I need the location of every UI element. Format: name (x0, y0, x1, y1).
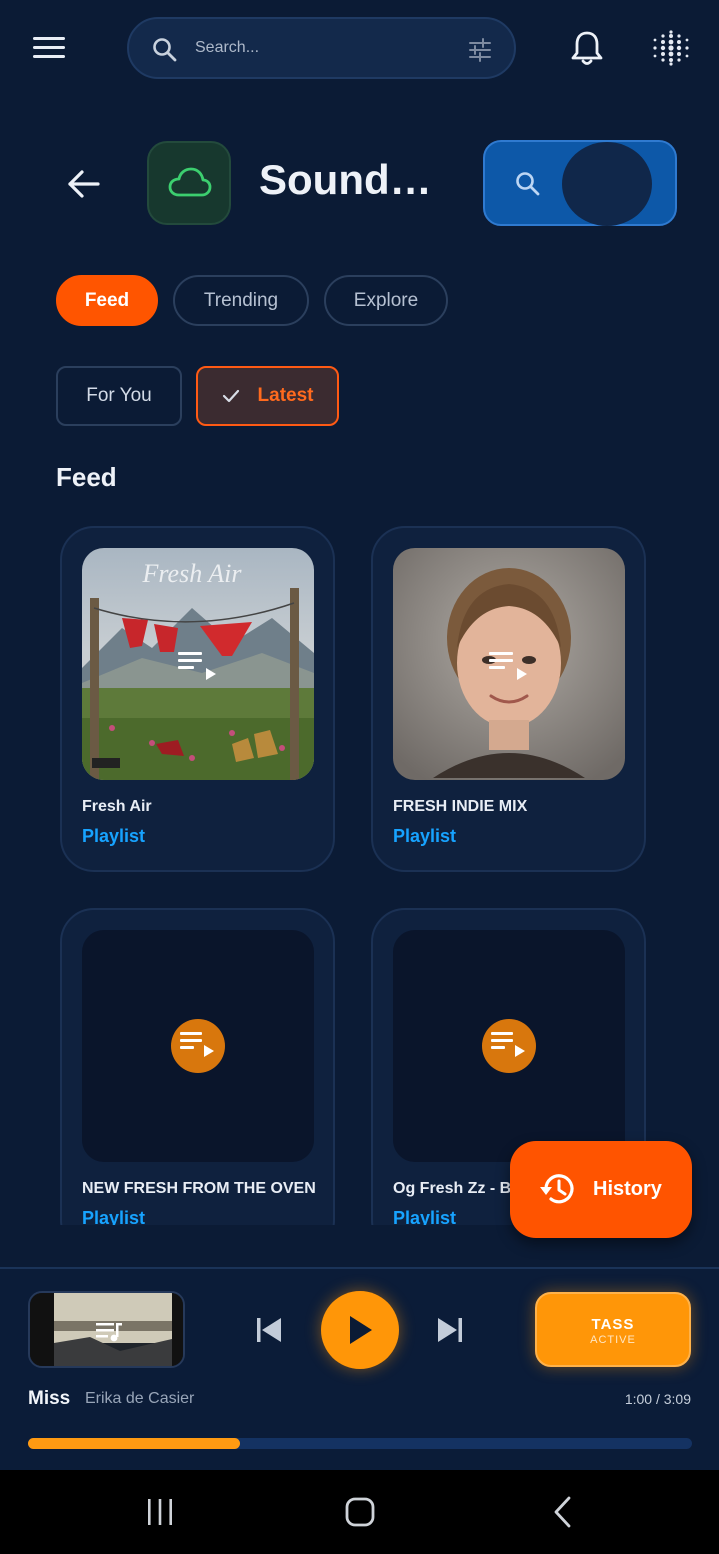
filter-label: Latest (257, 385, 314, 406)
card-title: Fresh Air (82, 798, 152, 815)
section-title: Feed (56, 462, 117, 492)
card-title: FRESH INDIE MIX (393, 798, 528, 815)
card-type-link[interactable]: Playlist (82, 826, 145, 847)
menu-icon[interactable] (30, 34, 68, 62)
tass-mode-button[interactable]: TASS ACTIVE (535, 1292, 691, 1367)
track-title: Miss (28, 1388, 71, 1409)
card-type-link[interactable]: Playlist (393, 826, 456, 847)
cloud-icon (168, 167, 212, 197)
filter-for-you[interactable]: For You (56, 366, 182, 426)
search-input[interactable]: Search... (127, 17, 516, 79)
playlist-icon (482, 1019, 536, 1073)
playlist-card[interactable]: FRESH INDIE MIX Playlist (371, 526, 646, 872)
mini-player: TASS ACTIVE Miss Erika de Casier 1:00 / … (0, 1267, 719, 1470)
top-bar: Search... (0, 0, 719, 95)
check-icon (222, 389, 239, 403)
playlist-icon (489, 652, 527, 680)
history-icon (540, 1174, 574, 1204)
cover-lettering: Fresh Air (142, 559, 243, 588)
progress-bar[interactable] (28, 1438, 692, 1449)
page-title: SoundCloud (259, 156, 455, 203)
playlist-cover-placeholder (82, 930, 314, 1162)
search-toggle-switch[interactable] (483, 140, 677, 226)
play-icon (350, 1316, 372, 1344)
filter-label: For You (86, 385, 152, 406)
playlist-icon (171, 1019, 225, 1073)
card-title: NEW FRESH FROM THE OVEN (82, 1180, 316, 1197)
recent-apps-icon[interactable] (142, 1494, 178, 1530)
card-type-link[interactable]: Playlist (393, 1208, 456, 1225)
card-title: Og Fresh Zz - B (393, 1180, 512, 1197)
now-playing-artwork[interactable] (28, 1291, 185, 1368)
app-screen: Search... SoundClo Feed Trending Explore… (0, 0, 719, 1554)
grid-dots-icon[interactable] (651, 28, 691, 68)
filter-latest[interactable]: Latest (196, 366, 339, 426)
search-icon (516, 172, 540, 196)
back-arrow-icon[interactable] (64, 164, 104, 204)
play-button[interactable] (321, 1291, 399, 1369)
card-type-link[interactable]: Playlist (82, 1208, 145, 1225)
feed-grid: Fresh Air Fresh Air Playlist FRESH INDIE… (0, 500, 719, 1225)
skip-next-icon[interactable] (434, 1314, 466, 1346)
playlist-icon (178, 652, 216, 680)
playlist-card[interactable]: NEW FRESH FROM THE OVEN Playlist (60, 908, 335, 1225)
tab-feed[interactable]: Feed (56, 275, 158, 326)
playlist-cover-image: Fresh Air (82, 548, 314, 780)
tab-explore[interactable]: Explore (324, 275, 448, 326)
tass-label: TASS (591, 1316, 635, 1333)
track-artist: Erika de Casier (85, 1390, 195, 1407)
filter-sliders-icon[interactable] (466, 36, 494, 64)
skip-previous-icon[interactable] (253, 1314, 285, 1346)
playlist-card[interactable]: Fresh Air Fresh Air Playlist (60, 526, 335, 872)
history-button[interactable]: History (510, 1141, 692, 1238)
tass-status: ACTIVE (590, 1334, 636, 1346)
bell-icon[interactable] (568, 28, 606, 68)
playlist-cover-placeholder (393, 930, 625, 1162)
back-nav-icon[interactable] (545, 1494, 581, 1530)
search-placeholder: Search... (195, 39, 260, 56)
home-icon[interactable] (342, 1494, 378, 1530)
app-logo (147, 141, 231, 225)
system-nav-bar (0, 1470, 719, 1554)
progress-fill (28, 1438, 241, 1449)
search-icon (153, 38, 177, 62)
toggle-knob[interactable] (562, 142, 652, 226)
track-time: 1:00 / 3:09 (624, 1391, 691, 1407)
tab-trending[interactable]: Trending (173, 275, 309, 326)
playlist-cover-image (393, 548, 625, 780)
history-label: History (593, 1178, 662, 1200)
